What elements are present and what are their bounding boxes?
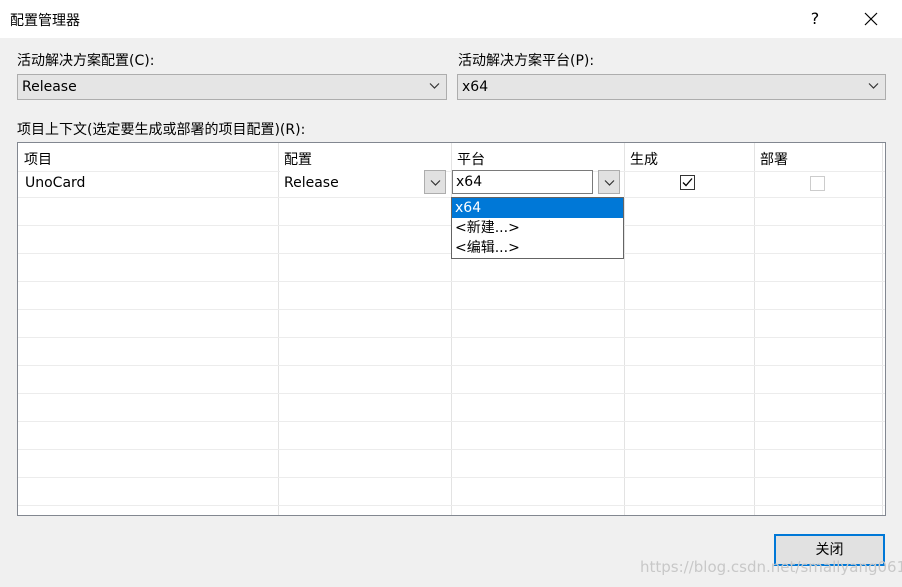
column-divider <box>278 143 279 515</box>
row-project-name[interactable]: UnoCard <box>25 175 85 191</box>
close-icon <box>864 12 878 26</box>
row-build-checkbox[interactable] <box>680 175 695 190</box>
solution-platform-label: 活动解决方案平台(P): <box>458 53 595 69</box>
checkmark-icon <box>682 178 693 187</box>
row-platform-dropdown-button[interactable] <box>598 170 620 194</box>
row-divider <box>18 421 885 422</box>
column-divider <box>882 143 883 515</box>
solution-config-select[interactable]: Release <box>17 74 447 100</box>
chevron-down-icon <box>430 180 441 186</box>
solution-config-value: Release <box>22 79 77 95</box>
row-divider <box>18 393 885 394</box>
dropdown-option-x64[interactable]: x64 <box>452 198 623 218</box>
solution-platform-select[interactable]: x64 <box>457 74 886 100</box>
row-divider <box>18 281 885 282</box>
help-button[interactable]: ? <box>800 4 830 34</box>
platform-dropdown-list: x64 <新建...> <编辑...> <box>451 197 624 259</box>
row-config-dropdown-button[interactable] <box>424 170 446 194</box>
chevron-down-icon <box>429 83 440 89</box>
row-deploy-checkbox[interactable] <box>810 176 825 191</box>
row-config-value: Release <box>284 175 339 191</box>
row-divider <box>18 477 885 478</box>
row-platform-input[interactable]: x64 <box>452 170 593 194</box>
row-divider <box>18 505 885 506</box>
column-header-config[interactable]: 配置 <box>278 143 312 171</box>
column-header-platform[interactable]: 平台 <box>451 143 485 171</box>
column-divider <box>754 143 755 515</box>
close-window-button[interactable] <box>856 4 886 34</box>
row-config-select[interactable]: Release <box>280 170 446 194</box>
column-divider <box>624 143 625 515</box>
row-divider <box>18 365 885 366</box>
project-context-label: 项目上下文(选定要生成或部署的项目配置)(R): <box>17 122 306 138</box>
window-title: 配置管理器 <box>10 13 80 29</box>
row-divider <box>18 449 885 450</box>
watermark-text: https://blog.csdn.net/smallyang0613 <box>640 558 902 576</box>
column-header-project[interactable]: 项目 <box>18 143 52 171</box>
row-divider <box>18 337 885 338</box>
chevron-down-icon <box>868 83 879 89</box>
chevron-down-icon <box>604 180 615 186</box>
solution-platform-value: x64 <box>462 79 489 95</box>
title-bar: 配置管理器 ? <box>0 0 902 38</box>
dropdown-option-new[interactable]: <新建...> <box>452 218 623 238</box>
row-divider <box>18 309 885 310</box>
solution-config-label: 活动解决方案配置(C): <box>17 53 155 69</box>
column-header-deploy[interactable]: 部署 <box>754 143 788 171</box>
dropdown-option-edit[interactable]: <编辑...> <box>452 238 623 258</box>
column-header-build[interactable]: 生成 <box>624 143 658 171</box>
row-platform-value: x64 <box>456 174 483 190</box>
